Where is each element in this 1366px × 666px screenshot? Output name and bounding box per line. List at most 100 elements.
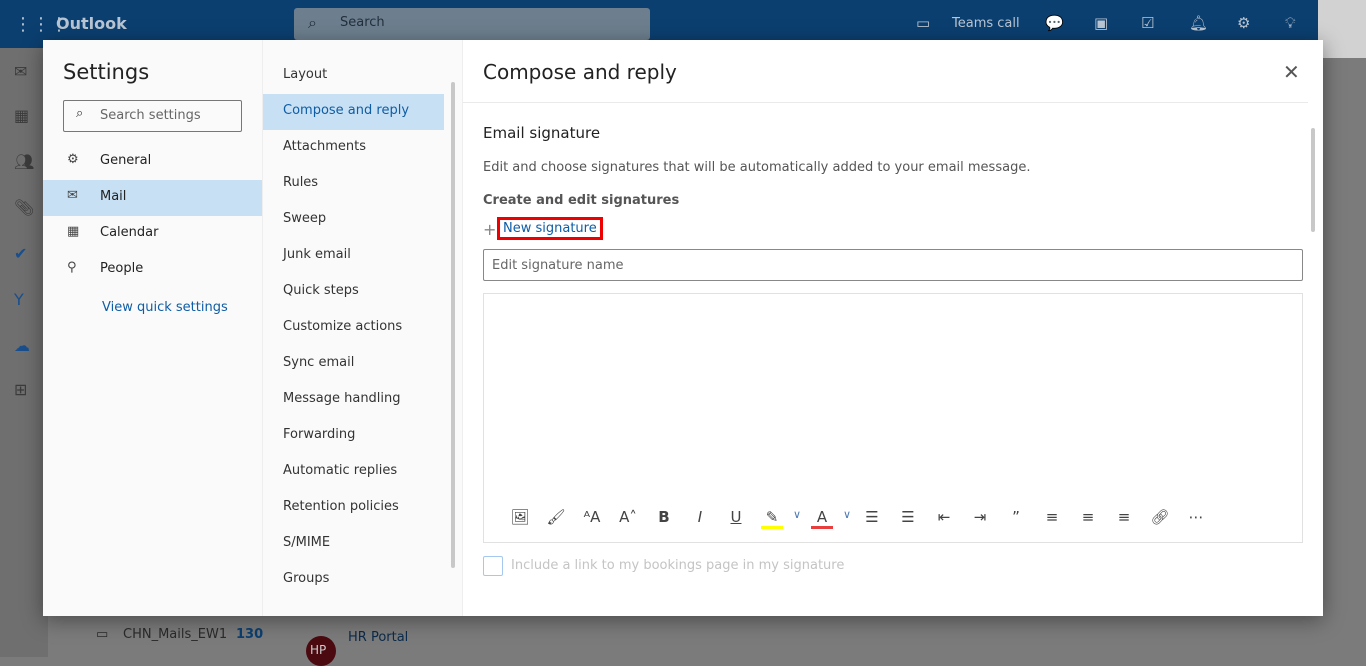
align-left-icon[interactable]: ≡ (1034, 508, 1070, 529)
scrollbar[interactable] (1311, 128, 1315, 232)
apps-icon[interactable]: ⊞ (14, 380, 27, 399)
section-heading: Email signature (483, 124, 601, 142)
avatar: HP (306, 636, 336, 666)
bullets-icon[interactable]: ☰ (854, 508, 890, 529)
signature-name-input[interactable]: Edit signature name (483, 249, 1303, 281)
link-icon[interactable]: 🔗︎ (1142, 508, 1178, 529)
app-rail: ✉ ▦ 👥︎ 📎︎ ✔ Y ☁ ⊞ (0, 48, 48, 657)
category-people[interactable]: ⚲ People (43, 252, 262, 288)
underline-icon[interactable]: U (718, 508, 754, 529)
todo-icon[interactable]: ✔ (14, 244, 27, 263)
profile-area[interactable] (1318, 0, 1366, 58)
close-icon[interactable]: ✕ (1283, 60, 1300, 84)
mail-setting-retention-policies[interactable]: Retention policies (263, 490, 444, 526)
settings-title: Settings (63, 60, 150, 84)
divider (463, 102, 1308, 103)
format-toolbar: 🖼︎ 🖌︎ ᴬA A˄ B I U ✎ ∨ A ∨ ☰ ☰ ⇤ ⇥ ” ≡ ≡ ≡ … (502, 508, 1214, 529)
search-settings-placeholder: Search settings (100, 108, 201, 123)
teams-call-button[interactable]: Teams call (952, 16, 1020, 31)
more-icon[interactable]: ⋯ (1178, 508, 1214, 529)
format-painter-icon[interactable]: 🖌︎ (538, 508, 574, 529)
search-icon: ⌕ (76, 106, 84, 121)
mail-settings-list: Layout Compose and reply Attachments Rules S… (263, 40, 463, 616)
category-calendar[interactable]: ▦ Calendar (43, 216, 262, 252)
highlight-icon[interactable]: ✎ (761, 508, 783, 529)
sender-name[interactable]: HR Portal (348, 630, 408, 645)
italic-icon[interactable]: I (682, 508, 718, 529)
gear-icon[interactable]: ⚙ (1237, 14, 1250, 32)
gear-icon: ⚙ (67, 152, 79, 167)
mail-icon[interactable]: ✉ (14, 62, 27, 81)
bookings-checkbox[interactable] (483, 556, 503, 576)
chat-icon[interactable]: 💬 (1045, 14, 1064, 32)
section-description: Edit and choose signatures that will be … (483, 160, 1031, 175)
search-icon: ⌕ (308, 13, 317, 32)
subheading: Create and edit signatures (483, 193, 680, 208)
decrease-indent-icon[interactable]: ⇤ (926, 508, 962, 529)
mail-setting-attachments[interactable]: Attachments (263, 130, 444, 166)
folder-name[interactable]: CHN_Mails_EW1 (123, 627, 227, 642)
new-signature-button[interactable]: New signature (497, 217, 603, 240)
folder-count: 130 (236, 627, 264, 642)
calendar-icon: ▦ (67, 224, 80, 239)
mail-setting-groups[interactable]: Groups (263, 562, 444, 598)
settings-categories: Settings ⌕ Search settings ⚙ General ✉ Mail… (43, 40, 263, 616)
category-general[interactable]: ⚙ General (43, 144, 262, 180)
mail-icon: ✉ (67, 188, 78, 203)
plus-icon: + (483, 220, 497, 239)
category-label: Calendar (100, 225, 159, 240)
mail-setting-layout[interactable]: Layout (263, 58, 444, 94)
attachment-icon[interactable]: 📎︎ (14, 198, 34, 217)
signature-editor[interactable]: 🖼︎ 🖌︎ ᴬA A˄ B I U ✎ ∨ A ∨ ☰ ☰ ⇤ ⇥ ” ≡ ≡ ≡ … (483, 293, 1303, 543)
mail-setting-s-mime[interactable]: S/MIME (263, 526, 444, 562)
mail-setting-sweep[interactable]: Sweep (263, 202, 444, 238)
search-placeholder: Search (340, 15, 385, 30)
align-right-icon[interactable]: ≡ (1106, 508, 1142, 529)
mail-setting-automatic-replies[interactable]: Automatic replies (263, 454, 444, 490)
lightbulb-icon[interactable]: 💡︎ (1285, 14, 1296, 32)
people-icon[interactable]: 👥︎ (14, 152, 34, 171)
mail-setting-forwarding[interactable]: Forwarding (263, 418, 444, 454)
font-size-icon[interactable]: A˄ (610, 508, 646, 529)
font-icon[interactable]: ᴬA (574, 508, 610, 529)
yammer-icon[interactable]: Y (14, 290, 24, 309)
chevron-down-icon[interactable]: ∨ (840, 508, 854, 529)
mail-setting-junk-email[interactable]: Junk email (263, 238, 444, 274)
insert-image-icon[interactable]: 🖼︎ (502, 508, 538, 529)
font-color-icon[interactable]: A (811, 508, 833, 529)
category-mail[interactable]: ✉ Mail (43, 180, 262, 216)
onedrive-icon[interactable]: ☁ (14, 336, 30, 355)
view-quick-settings-link[interactable]: View quick settings (102, 300, 228, 315)
folder-icon: ▭ (96, 627, 109, 642)
category-label: Mail (100, 189, 127, 204)
pane-title: Compose and reply (483, 60, 677, 84)
search-box[interactable]: ⌕ Search (294, 8, 650, 40)
bold-icon[interactable]: B (646, 508, 682, 529)
align-center-icon[interactable]: ≡ (1070, 508, 1106, 529)
mail-setting-customize-actions[interactable]: Customize actions (263, 310, 444, 346)
chevron-down-icon[interactable]: ∨ (790, 508, 804, 529)
quote-icon[interactable]: ” (998, 508, 1034, 529)
video-icon[interactable]: ▭ (916, 14, 930, 32)
compose-reply-pane: Compose and reply ✕ Email signature Edit… (463, 40, 1323, 616)
mail-setting-rules[interactable]: Rules (263, 166, 444, 202)
mail-setting-sync-email[interactable]: Sync email (263, 346, 444, 382)
category-label: General (100, 153, 152, 168)
people-icon: ⚲ (67, 260, 77, 275)
calendar-icon[interactable]: ▦ (14, 106, 29, 125)
category-label: People (100, 261, 144, 276)
mail-setting-compose-and-reply[interactable]: Compose and reply (263, 94, 444, 130)
app-title: Outlook (56, 14, 127, 33)
search-settings-input[interactable]: ⌕ Search settings (63, 100, 242, 132)
bell-icon[interactable]: 🔔︎ (1189, 14, 1208, 32)
mail-setting-quick-steps[interactable]: Quick steps (263, 274, 444, 310)
settings-dialog: Settings ⌕ Search settings ⚙ General ✉ Mail… (43, 40, 1323, 616)
todo-icon[interactable]: ☑ (1141, 14, 1154, 32)
increase-indent-icon[interactable]: ⇥ (962, 508, 998, 529)
onenote-icon[interactable]: ▣ (1094, 14, 1108, 32)
mail-setting-message-handling[interactable]: Message handling (263, 382, 444, 418)
signature-name-placeholder: Edit signature name (492, 258, 624, 273)
scrollbar[interactable] (451, 82, 455, 568)
numbering-icon[interactable]: ☰ (890, 508, 926, 529)
bookings-label: Include a link to my bookings page in my… (511, 558, 845, 573)
